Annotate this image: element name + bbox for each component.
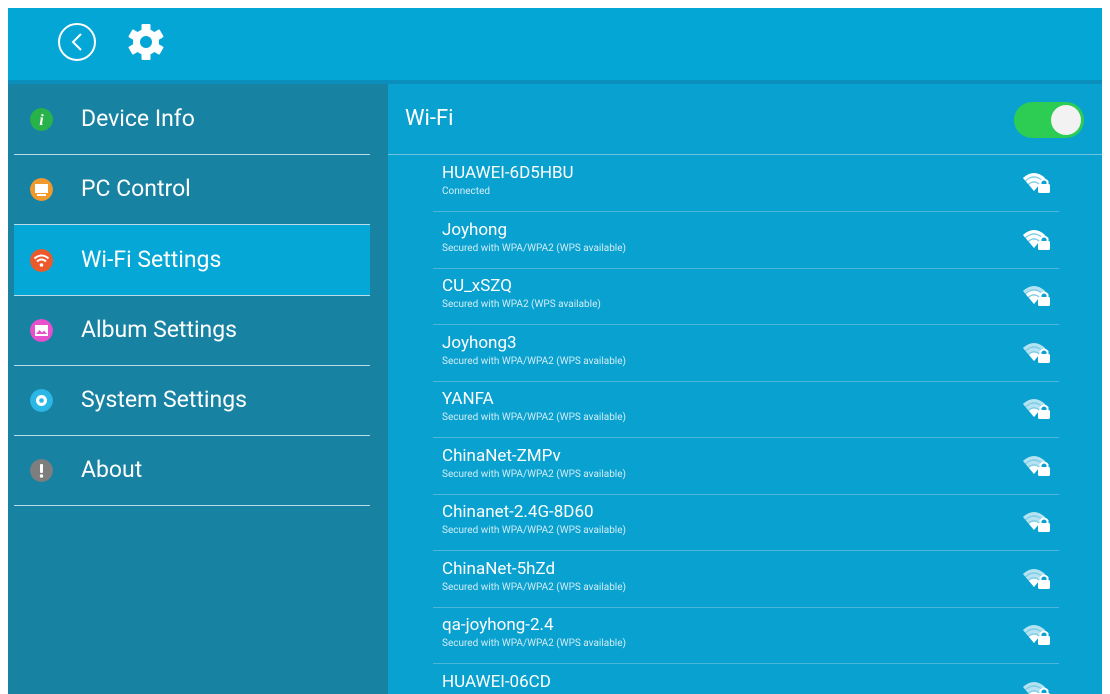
app-window: i Device Info PC Control Wi-Fi Settings [8,8,1102,694]
wifi-lock-icon [1023,286,1050,306]
back-button[interactable] [58,23,96,61]
network-name: Joyhong [442,219,507,240]
network-name: ChinaNet-ZMPv [442,445,561,466]
sidebar-item-label: About [81,456,143,483]
gear-icon [30,389,53,412]
network-status: Secured with WPA/WPA2 (WPS available) [442,468,627,480]
image-icon [30,319,53,342]
network-row[interactable]: ChinaNet-5hZd Secured with WPA/WPA2 (WPS … [433,551,1059,608]
svg-text:i: i [39,112,44,129]
network-name: HUAWEI-06CD [442,671,551,692]
top-bar [8,8,1102,84]
network-status: Secured with WPA/WPA2 (WPS available) [442,581,627,593]
network-row[interactable]: qa-joyhong-2.4 Secured with WPA/WPA2 (WPS… [433,607,1059,664]
wifi-lock-icon [1023,173,1050,193]
sidebar-item-label: PC Control [81,175,191,202]
network-row[interactable]: HUAWEI-6D5HBU Connected [433,155,1059,212]
network-name: ChinaNet-5hZd [442,558,556,579]
sidebar-item-label: Device Info [81,105,195,132]
network-status: Connected [442,186,491,197]
network-row[interactable]: Chinanet-2.4G-8D60 Secured with WPA/WPA2 … [433,494,1059,551]
sidebar-item-album-settings[interactable]: Album Settings [14,295,370,366]
sidebar-item-label: System Settings [81,386,247,413]
network-row[interactable]: HUAWEI-06CD [433,664,1059,694]
gear-icon[interactable] [126,22,166,62]
sidebar-item-pc-control[interactable]: PC Control [14,154,370,225]
network-name: qa-joyhong-2.4 [442,615,554,635]
network-status: Secured with WPA/WPA2 (WPS available) [442,355,627,367]
sidebar-item-system-settings[interactable]: System Settings [14,365,370,436]
network-status: Secured with WPA/WPA2 (WPS available) [442,242,627,254]
wifi-lock-icon [1023,455,1050,476]
network-status: Secured with WPA2 (WPS available) [442,299,601,310]
wifi-icon [30,249,53,272]
wifi-lock-icon [1023,625,1050,645]
network-status: Secured with WPA/WPA2 (WPS available) [442,412,627,423]
sidebar-item-device-info[interactable]: i Device Info [14,84,370,155]
network-name: YANFA [442,389,494,409]
wifi-toggle[interactable] [1014,102,1084,138]
chevron-left-icon [71,33,82,51]
sidebar: i Device Info PC Control Wi-Fi Settings [8,84,378,694]
sidebar-item-label: Album Settings [81,316,238,343]
network-row[interactable]: CU_xSZQ Secured with WPA2 (WPS available) [433,268,1059,325]
wifi-panel: Wi-Fi HUAWEI-6D5HBU Connected Joyhong Secur… [388,84,1102,694]
network-name: Chinanet-2.4G-8D60 [442,502,594,522]
network-name: Joyhong3 [442,332,517,353]
alert-icon [30,459,53,482]
wifi-title: Wi-Fi [405,106,454,131]
network-row[interactable]: ChinaNet-ZMPv Secured with WPA/WPA2 (WPS … [433,438,1059,495]
network-row[interactable]: YANFA Secured with WPA/WPA2 (WPS availabl… [433,381,1059,438]
network-row[interactable]: Joyhong Secured with WPA/WPA2 (WPS availa… [433,212,1059,269]
network-name: CU_xSZQ [442,276,512,296]
network-status: Secured with WPA/WPA2 (WPS available) [442,525,627,536]
wifi-lock-icon [1023,512,1050,532]
wifi-lock-icon [1023,342,1050,363]
info-icon: i [30,108,53,131]
network-name: HUAWEI-6D5HBU [442,163,574,183]
wifi-lock-icon [1023,229,1050,250]
wifi-header: Wi-Fi [388,84,1102,155]
wifi-lock-icon [1023,568,1050,589]
wifi-lock-icon [1023,399,1050,419]
toggle-knob [1051,105,1081,135]
sidebar-item-label: Wi-Fi Settings [81,246,222,273]
wifi-lock-icon [1023,681,1050,694]
monitor-icon [30,178,53,201]
network-status: Secured with WPA/WPA2 (WPS available) [442,638,627,649]
network-row[interactable]: Joyhong3 Secured with WPA/WPA2 (WPS avail… [433,325,1059,382]
sidebar-item-wifi-settings[interactable]: Wi-Fi Settings [14,225,370,296]
sidebar-item-about[interactable]: About [14,435,370,506]
